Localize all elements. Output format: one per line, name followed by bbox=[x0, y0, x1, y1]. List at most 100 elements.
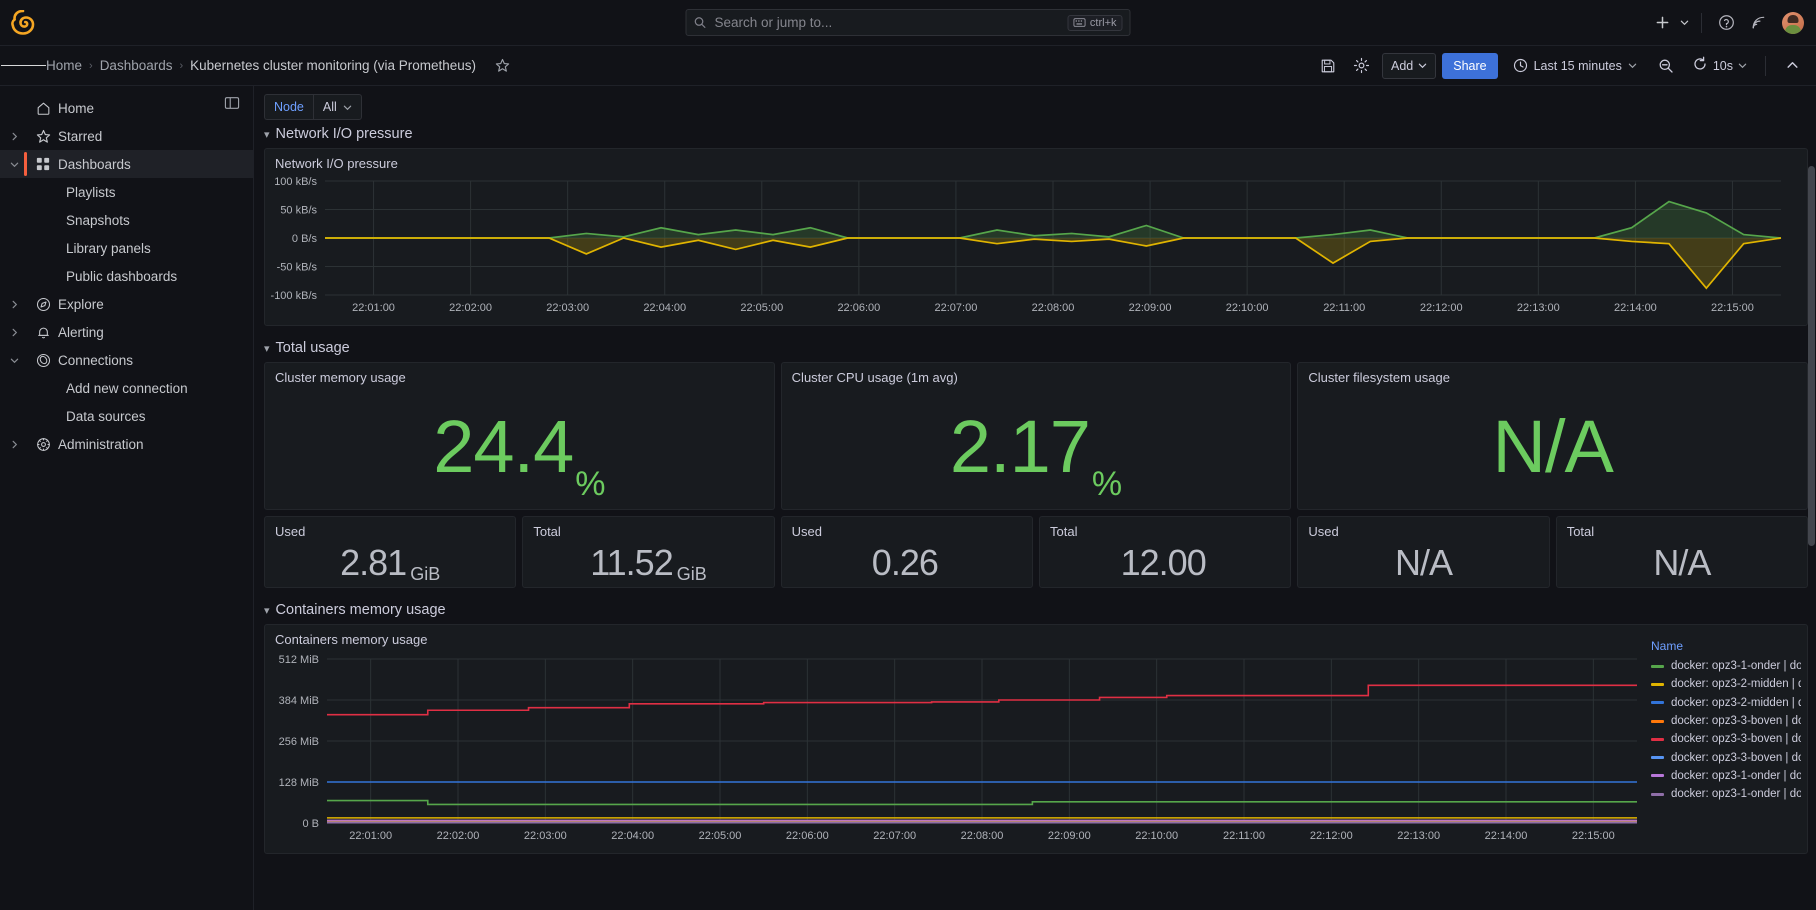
svg-text:22:14:00: 22:14:00 bbox=[1485, 830, 1528, 842]
stat-label: Total bbox=[1566, 524, 1595, 539]
svg-text:22:15:00: 22:15:00 bbox=[1572, 830, 1615, 842]
sidebar-item-label: Public dashboards bbox=[66, 268, 178, 284]
add-button-label: Add bbox=[1390, 58, 1414, 73]
svg-text:22:03:00: 22:03:00 bbox=[546, 302, 589, 314]
sidebar-item-alerting[interactable]: Alerting bbox=[0, 318, 253, 346]
sidebar-item-label: Snapshots bbox=[66, 212, 130, 228]
sidebar-item-administration[interactable]: Administration bbox=[0, 430, 253, 458]
stat-value-container: 2.17 % bbox=[782, 385, 1291, 509]
chevron-down-icon[interactable] bbox=[0, 356, 28, 365]
dashboards-grid-icon bbox=[28, 157, 58, 171]
home-icon bbox=[28, 101, 58, 116]
breadcrumb-item-current-dashboard[interactable]: Kubernetes cluster monitoring (via Prome… bbox=[190, 58, 476, 73]
chevron-up-icon[interactable] bbox=[1778, 53, 1806, 79]
row-title: Total usage bbox=[275, 340, 350, 356]
svg-text:128 MiB: 128 MiB bbox=[279, 777, 319, 789]
scrollbar-thumb[interactable] bbox=[1808, 166, 1815, 546]
legend-item[interactable]: docker: opz3-3-boven | dock bbox=[1651, 712, 1801, 730]
sidebar-item-snapshots[interactable]: Snapshots bbox=[0, 206, 253, 234]
stat-unit: GiB bbox=[410, 564, 441, 584]
plus-icon[interactable] bbox=[1648, 9, 1676, 37]
sidebar-item-playlists[interactable]: Playlists bbox=[0, 178, 253, 206]
legend-item[interactable]: docker: opz3-2-midden | doc bbox=[1651, 694, 1801, 712]
svg-text:0 B/s: 0 B/s bbox=[292, 233, 318, 245]
row-header-containers-memory[interactable]: ▾ Containers memory usage bbox=[254, 596, 1816, 624]
stat-value-container: 24.4 % bbox=[265, 385, 774, 509]
stat-label: Used bbox=[1308, 524, 1339, 539]
legend-item[interactable]: docker: opz3-3-boven | dock bbox=[1651, 748, 1801, 766]
sidebar-item-add-new-connection[interactable]: Add new connection bbox=[0, 374, 253, 402]
sidebar-item-starred[interactable]: Starred bbox=[0, 122, 253, 150]
time-range-picker[interactable]: Last 15 minutes bbox=[1504, 53, 1646, 79]
refresh-icon[interactable] bbox=[1692, 56, 1708, 75]
search-input[interactable]: Search or jump to... ctrl+k bbox=[685, 9, 1131, 36]
zoom-out-icon[interactable] bbox=[1652, 53, 1680, 79]
legend-color-swatch bbox=[1651, 737, 1664, 741]
sidebar-item-label: Data sources bbox=[66, 408, 146, 424]
row-header-network-io[interactable]: ▾ Network I/O pressure bbox=[254, 120, 1816, 148]
sidebar-item-dashboards[interactable]: Dashboards bbox=[0, 150, 253, 178]
legend-item[interactable]: docker: opz3-3-boven | dock bbox=[1651, 730, 1801, 748]
content-scrollbar[interactable] bbox=[1808, 86, 1815, 910]
sidebar-item-home[interactable]: Home bbox=[0, 94, 253, 122]
row-header-total-usage[interactable]: ▾ Total usage bbox=[254, 334, 1816, 362]
add-panel-button[interactable]: Add bbox=[1381, 52, 1437, 79]
chevron-right-icon[interactable] bbox=[0, 132, 28, 141]
sidebar-item-library-panels[interactable]: Library panels bbox=[0, 234, 253, 262]
panel-cluster-cpu-usage: Cluster CPU usage (1m avg) 2.17 % bbox=[780, 362, 1292, 510]
legend-header: Name bbox=[1651, 639, 1684, 653]
svg-text:-50 kB/s: -50 kB/s bbox=[277, 262, 318, 274]
sidebar-item-label: Playlists bbox=[66, 184, 116, 200]
stat-unit: % bbox=[575, 465, 606, 503]
variable-label-node: Node bbox=[264, 94, 313, 120]
stat-value: N/A bbox=[1653, 542, 1711, 583]
svg-text:22:05:00: 22:05:00 bbox=[740, 302, 783, 314]
svg-text:22:08:00: 22:08:00 bbox=[961, 830, 1004, 842]
legend-item[interactable]: docker: opz3-1-onder | docke bbox=[1651, 657, 1801, 675]
stat-value-container: N/A bbox=[1557, 539, 1807, 587]
stat-value: 12.00 bbox=[1120, 542, 1207, 583]
legend-item[interactable]: docker: opz3-1-onder | docke bbox=[1651, 785, 1801, 803]
help-circle-icon[interactable] bbox=[1712, 9, 1740, 37]
chevron-right-icon[interactable] bbox=[0, 328, 28, 337]
grafana-logo-icon[interactable] bbox=[0, 9, 46, 36]
chevron-down-icon[interactable] bbox=[0, 160, 28, 169]
refresh-control[interactable]: 10s bbox=[1686, 53, 1753, 79]
sidebar-item-data-sources[interactable]: Data sources bbox=[0, 402, 253, 430]
breadcrumb-item-home[interactable]: Home bbox=[46, 58, 82, 73]
network-io-chart[interactable]: -100 kB/s -50 kB/s 0 B/s 50 kB/s 100 kB/s 22:… bbox=[265, 173, 1799, 323]
stat-value: 11.52 bbox=[590, 542, 673, 583]
panel-title: Containers memory usage bbox=[275, 632, 428, 647]
stat-value-container: 11.52 GiB bbox=[523, 539, 773, 587]
legend-item[interactable]: docker: opz3-1-onder | docke bbox=[1651, 767, 1801, 785]
chevron-down-icon: ▾ bbox=[264, 604, 270, 617]
star-outline-icon[interactable] bbox=[495, 58, 510, 73]
panel-memory-total: Total 11.52 GiB bbox=[522, 516, 775, 588]
save-dashboard-icon[interactable] bbox=[1314, 53, 1342, 79]
svg-text:-100 kB/s: -100 kB/s bbox=[271, 290, 318, 302]
topbar-actions bbox=[1648, 9, 1816, 37]
rss-icon[interactable] bbox=[1744, 9, 1772, 37]
chevron-right-icon[interactable] bbox=[0, 300, 28, 309]
user-avatar[interactable] bbox=[1782, 11, 1804, 34]
breadcrumb-item-dashboards[interactable]: Dashboards bbox=[100, 58, 173, 73]
sidebar-item-connections[interactable]: Connections bbox=[0, 346, 253, 374]
compass-icon bbox=[28, 297, 58, 312]
sidebar-item-explore[interactable]: Explore bbox=[0, 290, 253, 318]
chevron-right-icon[interactable] bbox=[0, 440, 28, 449]
legend-label: docker: opz3-1-onder | docke bbox=[1671, 660, 1801, 673]
share-button[interactable]: Share bbox=[1442, 52, 1498, 79]
chevron-down-icon[interactable] bbox=[1677, 9, 1691, 37]
legend-color-swatch bbox=[1651, 774, 1664, 778]
svg-text:22:01:00: 22:01:00 bbox=[349, 830, 392, 842]
svg-text:22:11:00: 22:11:00 bbox=[1323, 302, 1365, 314]
dashboard-settings-gear-icon[interactable] bbox=[1348, 53, 1376, 79]
containers-memory-chart[interactable]: 0 B 128 MiB 256 MiB 384 MiB 512 MiB 22:01:00 2… bbox=[265, 649, 1645, 849]
hamburger-menu-icon[interactable] bbox=[0, 63, 46, 69]
filesystem-substats: Used N/A Total N/A bbox=[1297, 516, 1809, 588]
divider bbox=[1701, 12, 1702, 33]
legend-item[interactable]: docker: opz3-2-midden | doc bbox=[1651, 675, 1801, 693]
stat-value-container: N/A bbox=[1298, 539, 1548, 587]
variable-select-node[interactable]: All bbox=[312, 94, 362, 120]
sidebar-item-public-dashboards[interactable]: Public dashboards bbox=[0, 262, 253, 290]
